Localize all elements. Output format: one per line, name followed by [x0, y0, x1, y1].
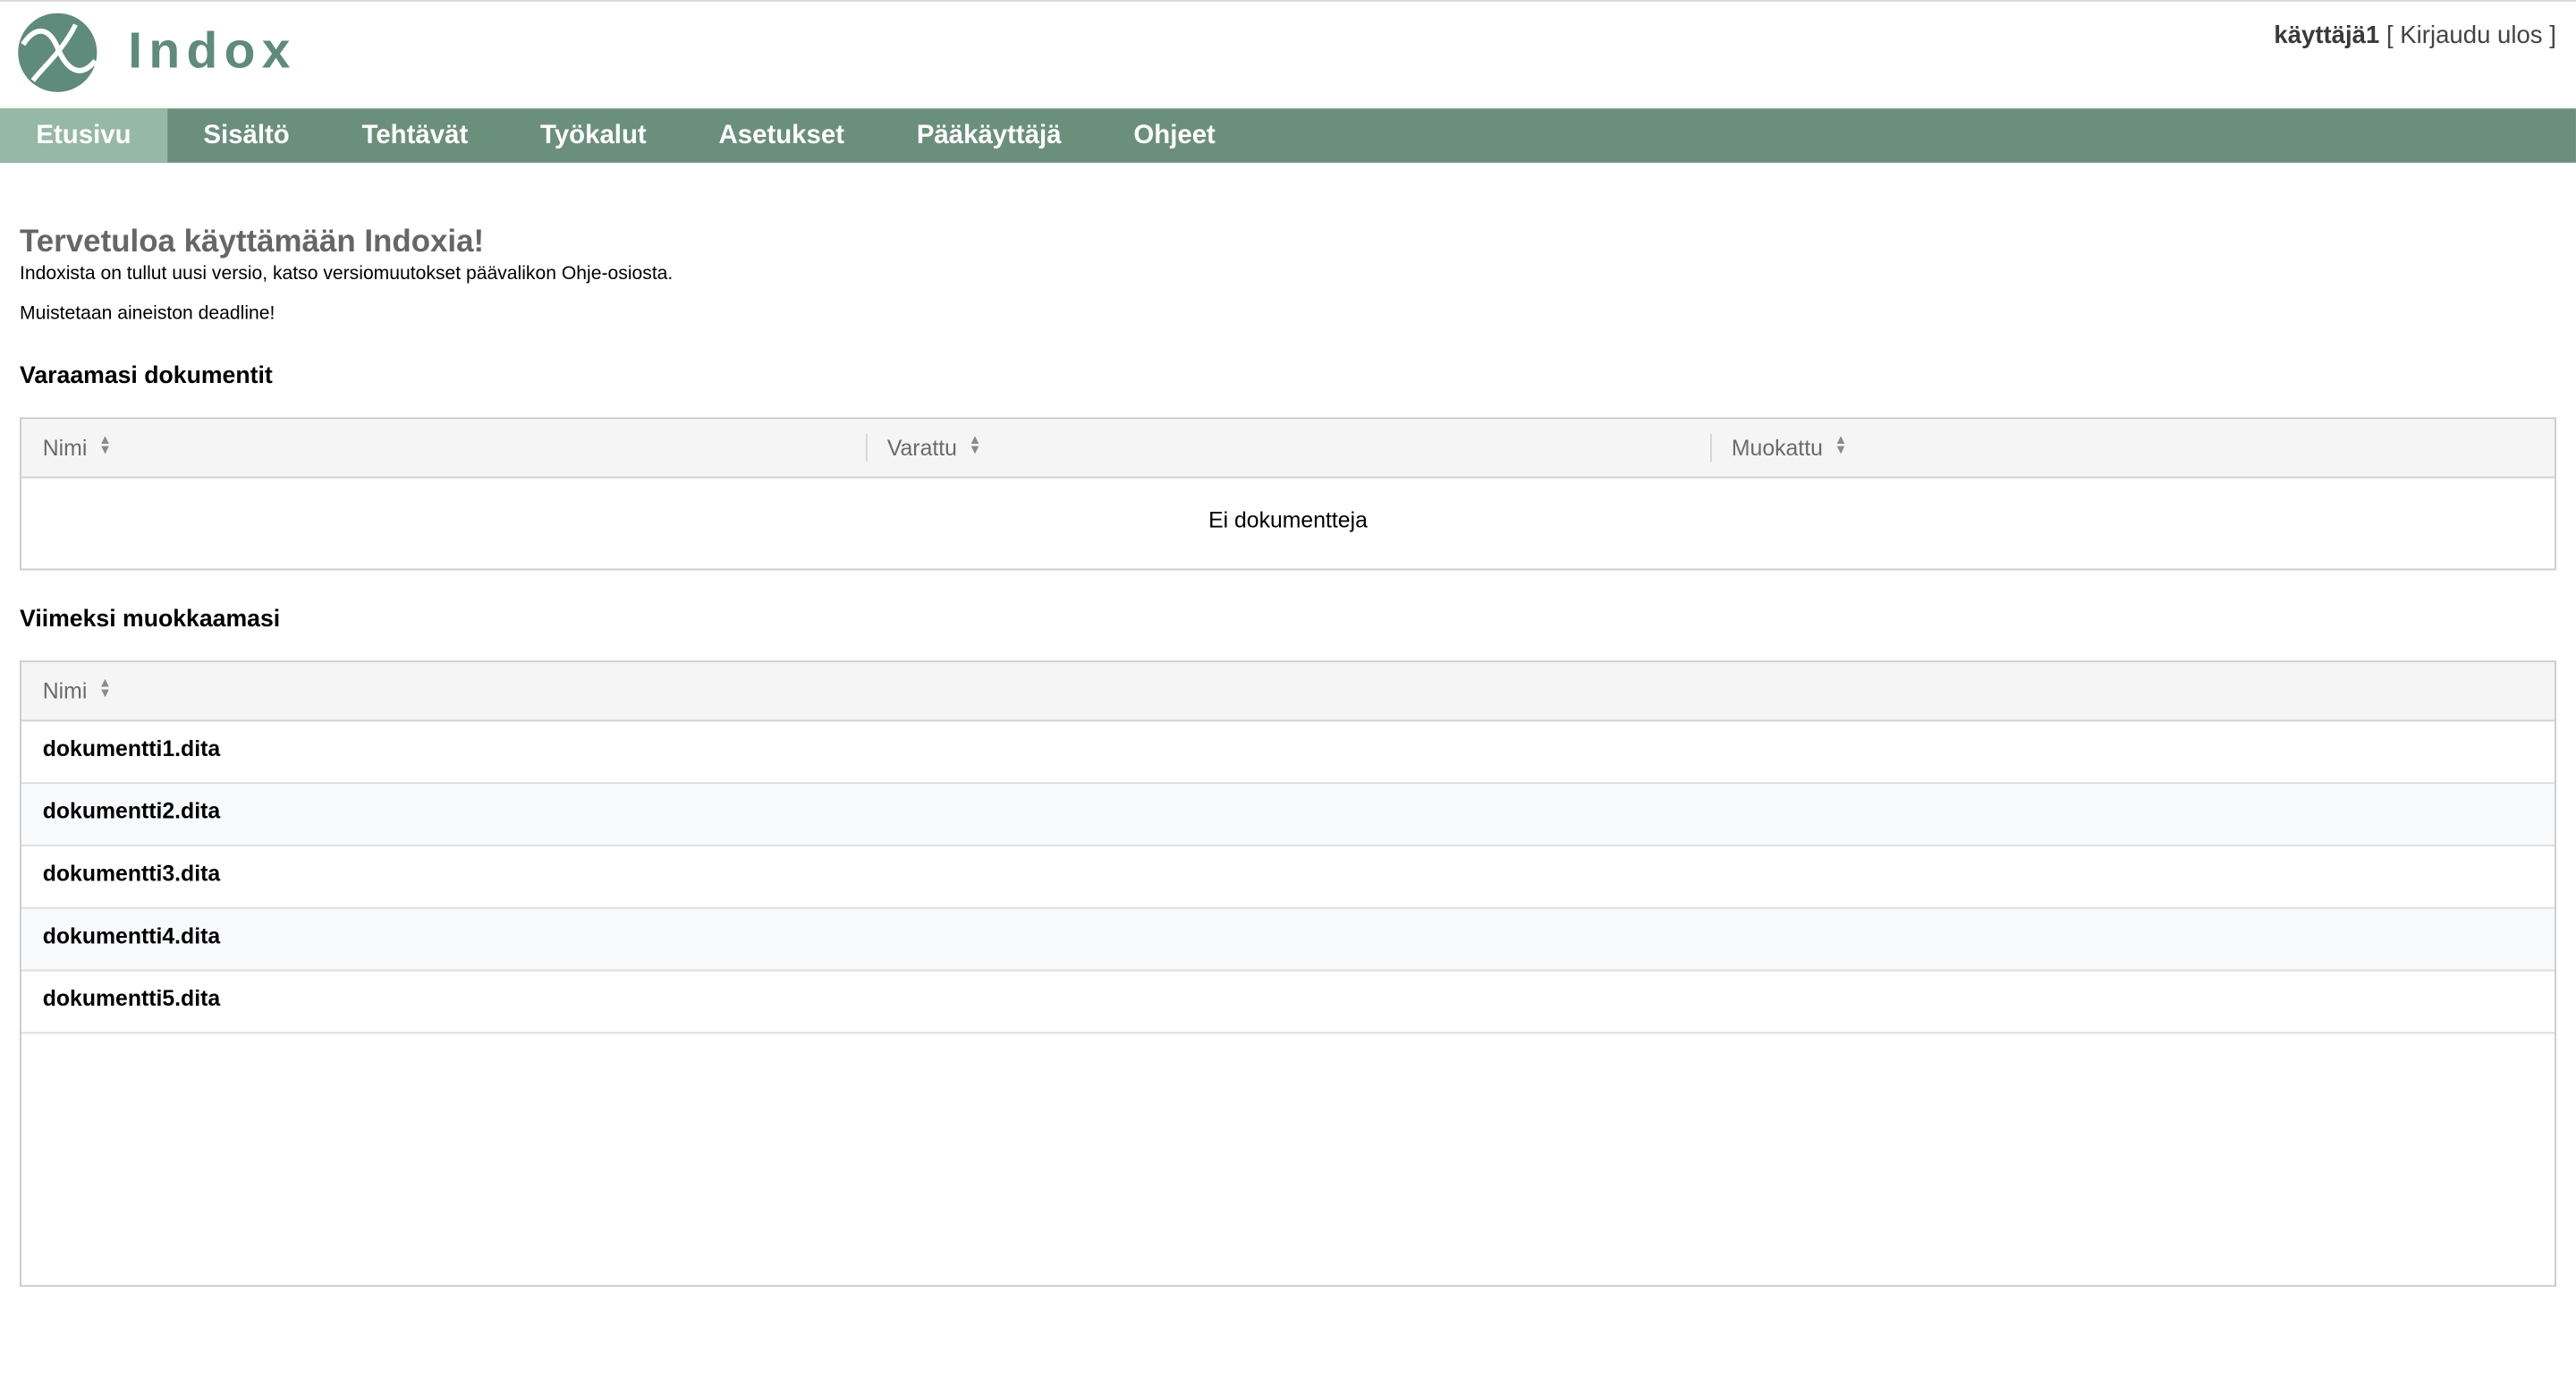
logout-link[interactable]: Kirjaudu ulos — [2400, 21, 2542, 49]
table-header: Nimi ▲ ▼ Varattu ▲ ▼ Muokattu ▲ ▼ — [21, 419, 2555, 479]
column-label: Muokattu — [1731, 435, 1823, 461]
column-label: Nimi — [42, 678, 88, 704]
bracket-close: ] — [2549, 21, 2556, 50]
empty-table-message: Ei dokumentteja — [1208, 507, 1368, 533]
version-notice: Indoxista on tullut uusi versio, katso v… — [20, 264, 674, 285]
column-header-varattu[interactable]: Varattu ▲ ▼ — [865, 419, 1710, 476]
user-area: käyttäjä1 [ Kirjaudu ulos ] — [2274, 21, 2556, 49]
table-row[interactable]: dokumentti5.dita — [21, 971, 2555, 1034]
table-header: Nimi ▲ ▼ — [21, 662, 2555, 722]
reserved-documents-table: Nimi ▲ ▼ Varattu ▲ ▼ Muokattu ▲ ▼ Ei dokumentt… — [20, 417, 2556, 571]
table-row[interactable]: dokumentti3.dita — [21, 846, 2555, 909]
column-label: Nimi — [42, 435, 88, 461]
table-row[interactable]: dokumentti1.dita — [21, 721, 2555, 785]
header: Indox käyttäjä1 [ Kirjaudu ulos ] — [0, 2, 2576, 108]
main-nav: Etusivu Sisältö Tehtävät Työkalut Asetuk… — [0, 108, 2576, 163]
nav-item-etusivu[interactable]: Etusivu — [0, 108, 167, 163]
user-name: käyttäjä1 — [2274, 21, 2380, 50]
sort-arrows-icon: ▲ ▼ — [968, 432, 982, 458]
indox-logo-icon[interactable] — [16, 12, 98, 94]
welcome-section: Tervetuloa käyttämään Indoxia! Indoxista… — [20, 214, 2556, 326]
nav-item-paakayttaja[interactable]: Pääkäyttäjä — [880, 108, 1097, 163]
sort-arrows-icon: ▲ ▼ — [98, 432, 112, 458]
nav-item-tyokalut[interactable]: Työkalut — [504, 108, 682, 163]
nav-item-ohjeet[interactable]: Ohjeet — [1097, 108, 1251, 163]
nav-item-tehtavat[interactable]: Tehtävät — [326, 108, 504, 163]
deadline-notice: Muistetaan aineiston deadline! — [20, 303, 275, 324]
app-root: Indox käyttäjä1 [ Kirjaudu ulos ] Etusiv… — [0, 0, 2576, 1288]
column-header-nimi[interactable]: Nimi ▲ ▼ — [21, 662, 2555, 719]
table-body: dokumentti1.dita dokumentti2.dita dokume… — [21, 721, 2555, 1034]
nav-item-sisalto[interactable]: Sisältö — [167, 108, 326, 163]
table-row[interactable]: dokumentti4.dita — [21, 908, 2555, 972]
bracket-open: [ — [2385, 21, 2394, 50]
nav-item-asetukset[interactable]: Asetukset — [682, 108, 880, 163]
sort-arrows-icon: ▲ ▼ — [1834, 432, 1848, 458]
recent-documents-table: Nimi ▲ ▼ dokumentti1.dita dokumentti2.dita… — [20, 660, 2556, 1288]
sort-arrows-icon: ▲ ▼ — [98, 676, 112, 701]
recent-documents-title: Viimeksi muokkaamasi — [20, 606, 281, 633]
column-header-muokattu[interactable]: Muokattu ▲ ▼ — [1710, 419, 2555, 476]
column-label: Varattu — [886, 435, 957, 461]
table-row[interactable]: dokumentti2.dita — [21, 784, 2555, 846]
column-header-nimi[interactable]: Nimi ▲ ▼ — [21, 419, 866, 476]
reserved-documents-title: Varaamasi dokumentit — [20, 362, 273, 390]
logo-text: Indox — [128, 21, 297, 80]
page-title: Tervetuloa käyttämään Indoxia! — [20, 225, 485, 260]
